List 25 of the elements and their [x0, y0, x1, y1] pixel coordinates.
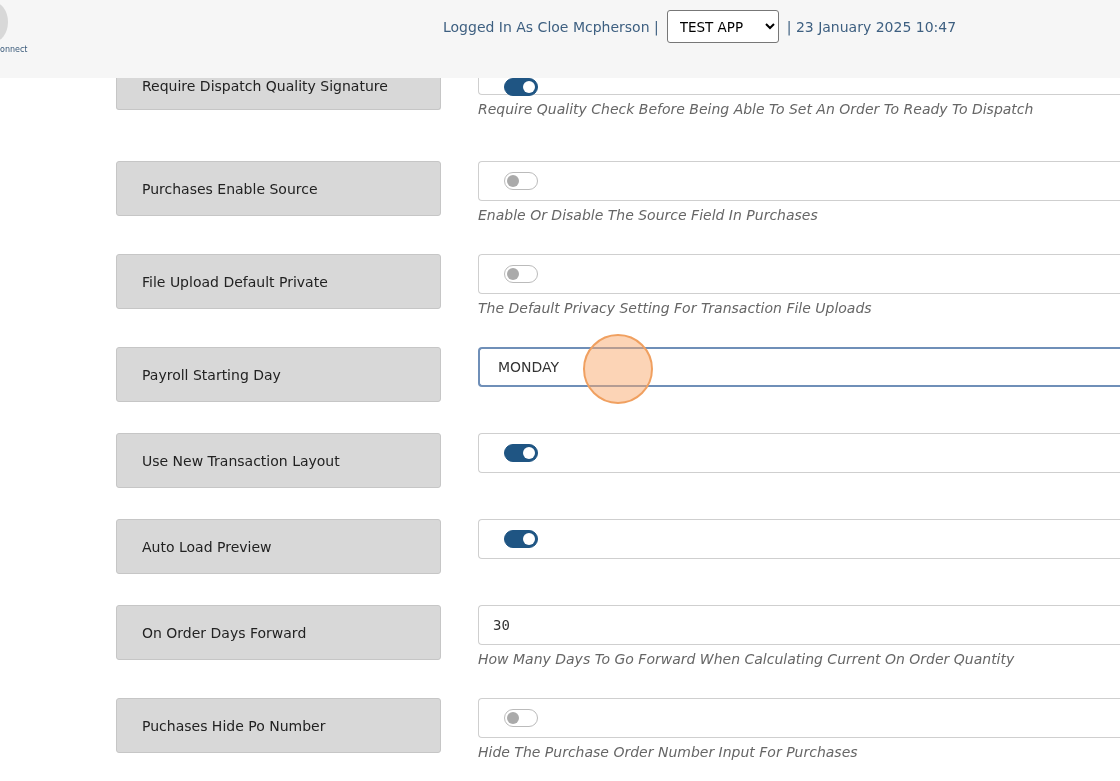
setting-description: The Default Privacy Setting For Transaction File Uploads — [478, 300, 873, 316]
setting-description: How Many Days To Go Forward When Calculating Current On Order Quantity — [478, 651, 1016, 667]
toggle-switch[interactable] — [504, 530, 538, 548]
setting-description: Hide The Purchase Order Number Input For Purchases — [478, 744, 859, 760]
setting-description: Require Quality Check Before Being Able To Set An Order To Ready To Dispatch — [478, 101, 1035, 117]
toggle-switch[interactable] — [504, 172, 538, 190]
toggle-switch[interactable] — [504, 444, 538, 462]
setting-label: Purchases Enable Source — [116, 161, 441, 216]
setting-label: Use New Transaction Layout — [116, 433, 441, 488]
app-select[interactable]: TEST APP — [666, 10, 779, 43]
logged-in-text: Logged In As Cloe Mcpherson | — [443, 18, 659, 35]
date-time-text: | 23 January 2025 10:47 — [786, 18, 957, 35]
toggle-switch[interactable] — [504, 709, 538, 727]
setting-label: Require Dispatch Quality Signature — [116, 78, 441, 110]
logo-text: onnect — [0, 45, 28, 54]
setting-label: Puchases Hide Po Number — [116, 698, 441, 753]
toggle-switch[interactable] — [504, 78, 538, 96]
setting-label: On Order Days Forward — [116, 605, 441, 660]
setting-label: File Upload Default Private — [116, 254, 441, 309]
number-field[interactable]: 30 — [478, 605, 1120, 645]
toggle-switch[interactable] — [504, 265, 538, 283]
setting-label: Auto Load Preview — [116, 519, 441, 574]
setting-description: Enable Or Disable The Source Field In Purchases — [478, 207, 819, 223]
setting-label: Payroll Starting Day — [116, 347, 441, 402]
day-select[interactable]: MONDAY — [478, 347, 1120, 387]
